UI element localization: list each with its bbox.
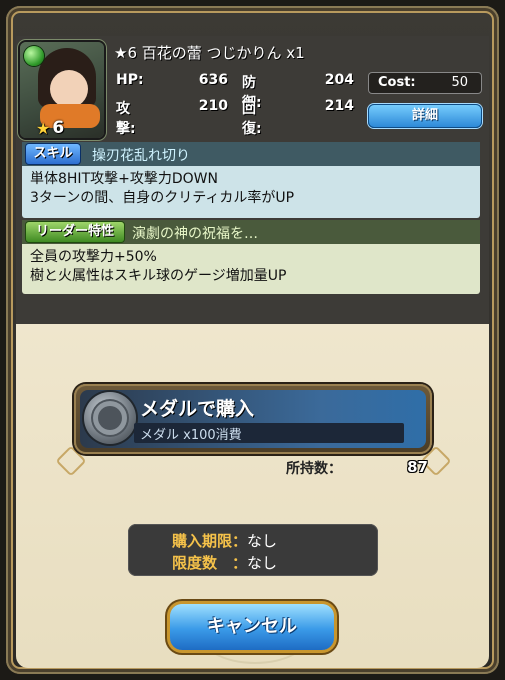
rec-value: 214 xyxy=(324,98,354,114)
skill-tag: スキル xyxy=(26,144,80,164)
medal-icon xyxy=(84,392,136,444)
detail-button[interactable]: 詳細 xyxy=(368,104,482,128)
wood-attribute-icon xyxy=(24,46,44,66)
skill-name: 操刃花乱れ切り xyxy=(92,148,190,164)
atk-value: 210 xyxy=(198,98,228,114)
count-row: 限度数 ：なし xyxy=(172,552,277,573)
hp-value: 636 xyxy=(198,72,228,88)
rarity-value: 6 xyxy=(52,118,65,138)
hp-label: HP: xyxy=(116,72,144,88)
skill-header xyxy=(22,142,480,166)
period-value: なし xyxy=(247,532,278,550)
def-value: 204 xyxy=(324,72,354,88)
owned-value: 87 xyxy=(407,458,428,476)
sun-emblem-icon xyxy=(98,406,122,430)
unit-title: ★6 百花の蕾 つじかりん x1 xyxy=(114,44,305,62)
portrait-face xyxy=(50,70,88,108)
star-icon: ★ xyxy=(36,118,51,138)
rarity-badge: ★ 6 xyxy=(36,118,64,138)
limit-info-box: 購入期限：なし 限度数 ：なし xyxy=(128,524,378,576)
purchase-cost: メダル x100消費 xyxy=(140,428,242,443)
skill-desc-line1: 単体8HIT攻撃+攻撃力DOWN xyxy=(30,171,218,187)
cost-label: Cost: xyxy=(378,75,416,90)
character-portrait: ★ 6 xyxy=(20,42,104,138)
leader-desc-line2: 樹と火属性はスキル球のゲージ増加量UP xyxy=(30,268,287,284)
cost-box: Cost: 50 xyxy=(368,72,482,94)
count-value: なし xyxy=(247,554,278,572)
leader-tag: リーダー特性 xyxy=(26,222,124,242)
count-label: 限度数 ： xyxy=(172,554,248,572)
period-label: 購入期限： xyxy=(172,532,248,550)
skill-desc-line2: 3ターンの間、自身のクリティカル率がUP xyxy=(30,190,295,206)
period-row: 購入期限：なし xyxy=(172,530,277,551)
atk-label: 攻撃: xyxy=(116,101,136,137)
purchase-title: メダルで購入 xyxy=(140,398,255,420)
leader-name: 演劇の神の祝福を… xyxy=(132,226,258,242)
rec-label: 回復: xyxy=(242,101,262,137)
cancel-button[interactable]: キャンセル xyxy=(170,604,334,650)
leader-desc-line1: 全員の攻撃力+50% xyxy=(30,249,157,265)
owned-label: 所持数： xyxy=(286,461,342,477)
cost-value: 50 xyxy=(451,75,468,90)
